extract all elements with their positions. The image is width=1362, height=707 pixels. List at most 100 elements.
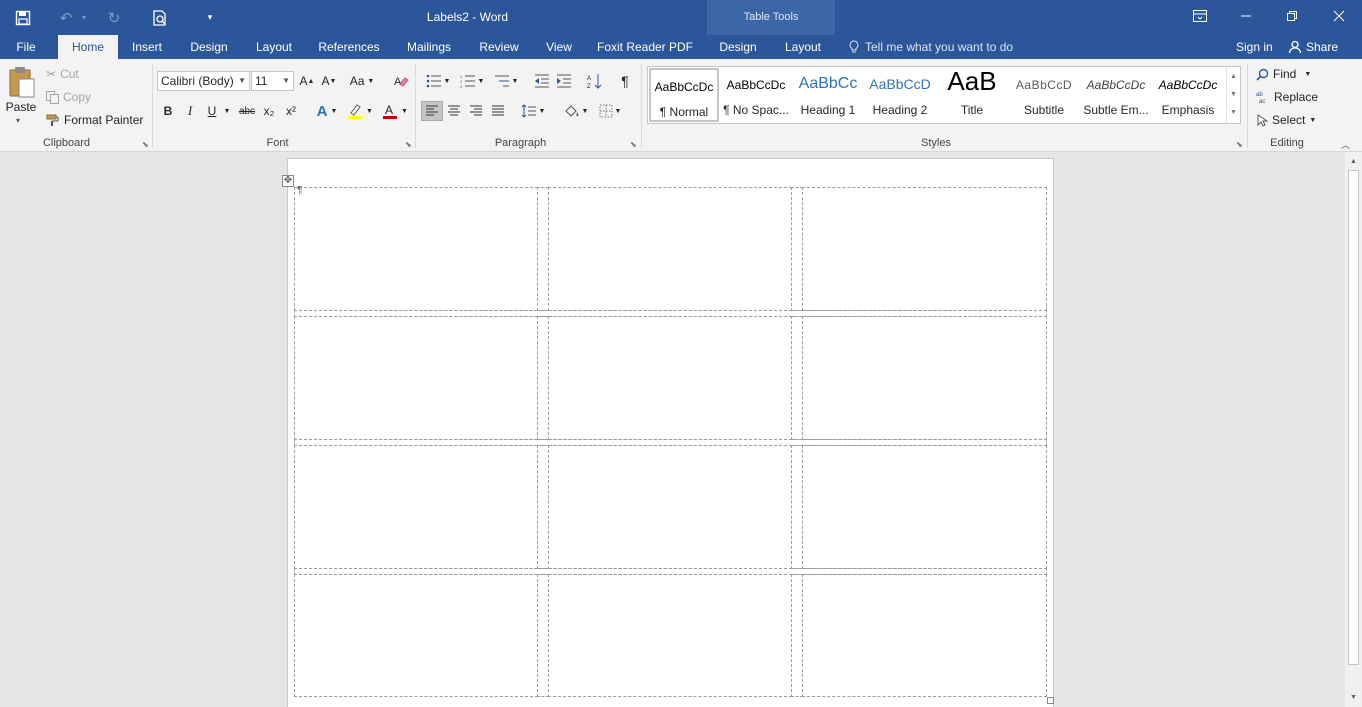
gallery-up-icon[interactable]: ▲ [1227,67,1240,85]
styles-launcher-icon[interactable]: ⬊ [1236,140,1243,149]
label-cell[interactable] [294,445,538,569]
clipboard-launcher-icon[interactable]: ⬊ [142,140,149,149]
style-emphasis[interactable]: AaBbCcDc Emphasis [1153,68,1223,122]
table-move-handle-icon[interactable]: ✥ [282,175,294,187]
label-cell[interactable] [548,316,792,440]
scroll-up-icon[interactable]: ▲ [1345,153,1362,169]
tab-home[interactable]: Home [58,35,118,59]
label-cell[interactable] [802,574,1047,697]
highlight-button[interactable]: ▼ [345,101,375,121]
replace-button[interactable]: ab ac Replace [1256,87,1318,107]
bullets-button[interactable]: ▼ [424,71,452,91]
tab-foxit-reader-pdf[interactable]: Foxit Reader PDF [592,35,698,59]
change-case-button[interactable]: Aa ▼ [346,71,378,91]
cut-button[interactable]: ✂ Cut [46,64,79,84]
line-spacing-button[interactable]: ▼ [518,101,548,121]
label-cell[interactable] [294,316,538,440]
style-normal[interactable]: AaBbCcDc ¶ Normal [649,68,719,122]
show-formatting-marks-icon[interactable]: ¶ [615,71,635,91]
separator [415,64,416,148]
shrink-font-icon[interactable]: A ▼ [319,71,339,91]
bold-button[interactable]: B [158,101,178,121]
font-color-button[interactable]: A ▼ [380,101,410,121]
copy-button[interactable]: Copy [46,87,91,107]
font-size-combo[interactable]: 11 ▼ [251,71,294,91]
replace-icon: ab ac [1256,90,1270,104]
multilevel-list-button[interactable]: ▼ [492,71,520,91]
restore-icon[interactable] [1269,0,1315,32]
tab-review[interactable]: Review [472,35,526,59]
style-subtitle[interactable]: AaBbCcD Subtitle [1009,68,1079,122]
label-cell[interactable] [548,445,792,569]
justify-icon[interactable] [488,101,508,121]
vertical-scrollbar[interactable]: ▲ ▼ [1345,152,1362,707]
grow-font-icon[interactable]: A ▲ [297,71,317,91]
sort-icon[interactable]: AZ [585,71,605,91]
tab-references[interactable]: References [312,35,386,59]
underline-button[interactable]: U [202,101,222,121]
align-center-icon[interactable] [444,101,464,121]
label-cell[interactable] [802,445,1047,569]
numbering-button[interactable]: 1 2 3 ▼ [458,71,486,91]
align-right-icon[interactable] [466,101,486,121]
label-cell[interactable] [294,187,538,311]
ribbon-display-options-icon[interactable] [1177,0,1223,32]
table-resize-handle[interactable] [1047,697,1054,704]
tab-layout[interactable]: Layout [248,35,300,59]
sign-in-link[interactable]: Sign in [1236,35,1273,59]
clear-formatting-icon[interactable]: A [391,71,411,91]
style-heading-1[interactable]: AaBbCc Heading 1 [793,68,863,122]
style-sample: AaBbCcDc [1158,78,1218,92]
tab-view[interactable]: View [538,35,580,59]
find-button[interactable]: Find ▼ [1256,64,1311,84]
tab-table-design[interactable]: Design [711,35,765,59]
paste-icon[interactable] [8,66,36,102]
increase-indent-icon[interactable] [554,71,574,91]
style-subtle-emphasis[interactable]: AaBbCcDc Subtle Em... [1081,68,1151,122]
format-painter-button[interactable]: Format Painter [46,110,143,130]
label-cell[interactable] [548,187,792,311]
font-name-combo[interactable]: Calibri (Body) ▼ [157,71,250,91]
shading-button[interactable]: ▼ [561,101,591,121]
gallery-down-icon[interactable]: ▼ [1227,85,1240,103]
italic-button[interactable]: I [180,101,200,121]
select-button[interactable]: Select ▼ [1256,110,1316,130]
paste-dropdown-icon[interactable]: ▾ [16,116,20,125]
strikethrough-button[interactable]: abc [236,101,258,121]
label-cell[interactable] [802,316,1047,440]
label-cell[interactable] [294,574,538,697]
style-no-spacing[interactable]: AaBbCcDc ¶ No Spac... [721,68,791,122]
close-icon[interactable] [1316,0,1362,32]
collapse-ribbon-icon[interactable]: ︿ [1341,138,1350,151]
tab-table-layout[interactable]: Layout [776,35,830,59]
font-launcher-icon[interactable]: ⬊ [405,140,412,149]
bullet-list-icon [426,74,441,88]
underline-dropdown-icon[interactable]: ▼ [220,101,234,121]
label-table[interactable] [294,187,1047,697]
label-cell[interactable] [802,187,1047,311]
cursor-arrow-icon [1256,113,1268,127]
label-cell[interactable] [548,574,792,697]
text-effects-button[interactable]: A ▼ [312,101,342,121]
copy-label: Copy [63,90,92,104]
tab-mailings[interactable]: Mailings [398,35,460,59]
borders-button[interactable]: ▼ [595,101,625,121]
numbered-list-icon: 123 [460,74,475,88]
scrollbar-thumb[interactable] [1348,170,1359,665]
paragraph-launcher-icon[interactable]: ⬊ [630,140,637,149]
align-left-icon[interactable] [421,101,443,121]
subscript-button[interactable]: x₂ [259,101,279,121]
tab-insert[interactable]: Insert [125,35,169,59]
tab-file[interactable]: File [5,35,47,59]
share-button[interactable]: Share [1288,35,1338,59]
gallery-more-icon[interactable]: ▼ [1227,103,1240,121]
paste-button[interactable]: Paste [4,100,38,114]
style-heading-2[interactable]: AaBbCcD Heading 2 [865,68,935,122]
tab-design[interactable]: Design [182,35,236,59]
style-title[interactable]: AaB Title [937,68,1007,122]
minimize-icon[interactable] [1223,0,1269,32]
scroll-down-icon[interactable]: ▼ [1345,689,1362,705]
decrease-indent-icon[interactable] [532,71,552,91]
superscript-button[interactable]: x² [281,101,301,121]
tell-me-box[interactable]: Tell me what you want to do [849,35,1013,59]
